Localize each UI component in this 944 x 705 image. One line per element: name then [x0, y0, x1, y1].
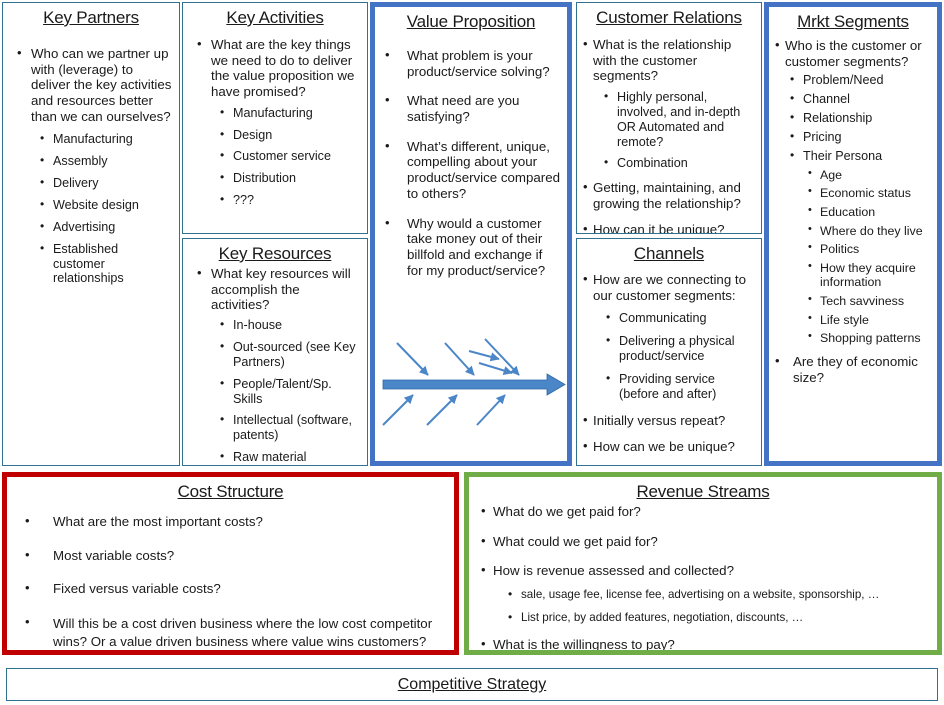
channels-list: How are we connecting to our customer se…: [581, 271, 757, 455]
block-key-resources[interactable]: Key Resources What key resources will ac…: [182, 238, 368, 466]
fishbone-arrow-diagram: [382, 338, 566, 426]
list-item: What problem is your product/service sol…: [383, 47, 561, 79]
block-title-market-segments: Mrkt Segments: [797, 12, 909, 31]
list-item: Their Persona: [789, 148, 933, 164]
list-item: Established customer relationships: [39, 241, 173, 287]
list-item: Where do they live: [807, 223, 933, 239]
key-partners-list: Who can we partner up with (leverage) to…: [9, 45, 173, 287]
list-item: What are the most important costs?: [23, 513, 446, 530]
cost-structure-list: What are the most important costs? Most …: [15, 513, 446, 650]
list-item: Education: [807, 204, 933, 220]
list-item: What is the willingness to pay?: [479, 636, 929, 650]
list-item: Economic status: [807, 185, 933, 201]
key-resources-list: What key resources will accomplish the a…: [189, 265, 361, 465]
business-model-canvas: Key Partners Who can we partner up with …: [0, 0, 944, 705]
list-item: List price, by added features, negotiati…: [507, 610, 929, 625]
list-item: Delivery: [39, 175, 173, 191]
list-item: Problem/Need: [789, 72, 933, 88]
list-item: Fixed versus variable costs?: [23, 580, 446, 597]
list-item: Who can we partner up with (leverage) to…: [15, 45, 173, 124]
list-item: People/Talent/Sp. Skills: [219, 376, 361, 407]
list-item: Combination: [603, 155, 757, 171]
list-item: Politics: [807, 241, 933, 257]
block-title-customer-relations: Customer Relations: [596, 8, 742, 27]
list-item: Why would a customer take money out of t…: [383, 215, 561, 279]
block-title-value-proposition: Value Proposition: [406, 12, 536, 31]
list-item: Design: [219, 127, 361, 143]
list-item: Delivering a physical product/service: [605, 333, 757, 364]
value-proposition-list: What problem is your product/service sol…: [381, 47, 561, 279]
list-item: sale, usage fee, license fee, advertisin…: [507, 587, 929, 602]
list-item: How are we connecting to our customer se…: [581, 271, 757, 303]
block-customer-relations[interactable]: Customer Relations What is the relations…: [576, 2, 762, 234]
customer-relations-list: What is the relationship with the custom…: [581, 36, 757, 233]
list-item: What key resources will accomplish the a…: [195, 265, 361, 313]
list-item: In-house: [219, 317, 361, 333]
list-item: Who is the customer or customer segments…: [773, 37, 933, 69]
list-item: Initially versus repeat?: [581, 412, 757, 429]
block-key-activities[interactable]: Key Activities What are the key things w…: [182, 2, 368, 234]
block-channels[interactable]: Channels How are we connecting to our cu…: [576, 238, 762, 466]
list-item: Age: [807, 167, 933, 183]
list-item: How can it be unique?: [581, 221, 757, 233]
revenue-streams-list: What do we get paid for? What could we g…: [477, 503, 929, 650]
block-title-competitive-strategy: Competitive Strategy: [397, 676, 547, 693]
list-item: Tech savviness: [807, 293, 933, 309]
list-item: How they acquire information: [807, 260, 933, 290]
block-key-partners[interactable]: Key Partners Who can we partner up with …: [2, 2, 180, 466]
list-item: Will this be a cost driven business wher…: [23, 614, 446, 650]
block-revenue-streams[interactable]: Revenue Streams What do we get paid for?…: [464, 472, 942, 655]
list-item: Customer service: [219, 148, 361, 164]
list-item: What’s different, unique, compelling abo…: [383, 138, 561, 202]
spine-arrow: [382, 373, 566, 396]
list-item: Pricing: [789, 129, 933, 145]
list-item: How can we be unique?: [581, 438, 757, 455]
list-item: Shopping patterns: [807, 330, 933, 346]
list-item: Channel: [789, 91, 933, 107]
list-item: Raw material (physical): [219, 449, 361, 465]
list-item: What do we get paid for?: [479, 503, 929, 520]
market-segments-list: Who is the customer or customer segments…: [773, 37, 933, 385]
list-item: How is revenue assessed and collected?: [479, 562, 929, 579]
list-item: What are the key things we need to do to…: [195, 36, 361, 100]
list-item: Distribution: [219, 170, 361, 186]
list-item: Manufacturing: [39, 131, 173, 147]
block-title-channels: Channels: [633, 244, 705, 263]
list-item: ???: [219, 192, 361, 208]
list-item: Relationship: [789, 110, 933, 126]
block-title-key-activities: Key Activities: [226, 8, 324, 27]
block-market-segments[interactable]: Mrkt Segments Who is the customer or cus…: [764, 2, 942, 466]
key-activities-list: What are the key things we need to do to…: [189, 36, 361, 208]
block-title-key-resources: Key Resources: [218, 244, 332, 263]
list-item: Highly personal, involved, and in-depth …: [603, 89, 757, 149]
list-item: What need are you satisfying?: [383, 92, 561, 124]
list-item: Intellectual (software, patents): [219, 412, 361, 443]
list-item: What could we get paid for?: [479, 533, 929, 550]
list-item: Life style: [807, 312, 933, 328]
lower-cause-arrows: [382, 394, 506, 426]
list-item: Most variable costs?: [23, 547, 446, 564]
list-item: Out-sourced (see Key Partners): [219, 339, 361, 370]
block-competitive-strategy[interactable]: Competitive Strategy: [6, 668, 938, 701]
list-item: Communicating: [605, 310, 757, 326]
block-title-revenue-streams: Revenue Streams: [636, 482, 770, 501]
block-title-cost-structure: Cost Structure: [177, 482, 284, 501]
list-item: What is the relationship with the custom…: [581, 36, 757, 84]
list-item: Website design: [39, 197, 173, 213]
list-item: Assembly: [39, 153, 173, 169]
list-item: Manufacturing: [219, 105, 361, 121]
list-item: Providing service (before and after): [605, 371, 757, 402]
block-value-proposition[interactable]: Value Proposition What problem is your p…: [370, 2, 572, 466]
block-cost-structure[interactable]: Cost Structure What are the most importa…: [2, 472, 459, 655]
block-title-key-partners: Key Partners: [43, 8, 139, 27]
list-item: Getting, maintaining, and growing the re…: [581, 179, 757, 211]
list-item: Advertising: [39, 219, 173, 235]
list-item: Are they of economic size?: [773, 353, 933, 385]
